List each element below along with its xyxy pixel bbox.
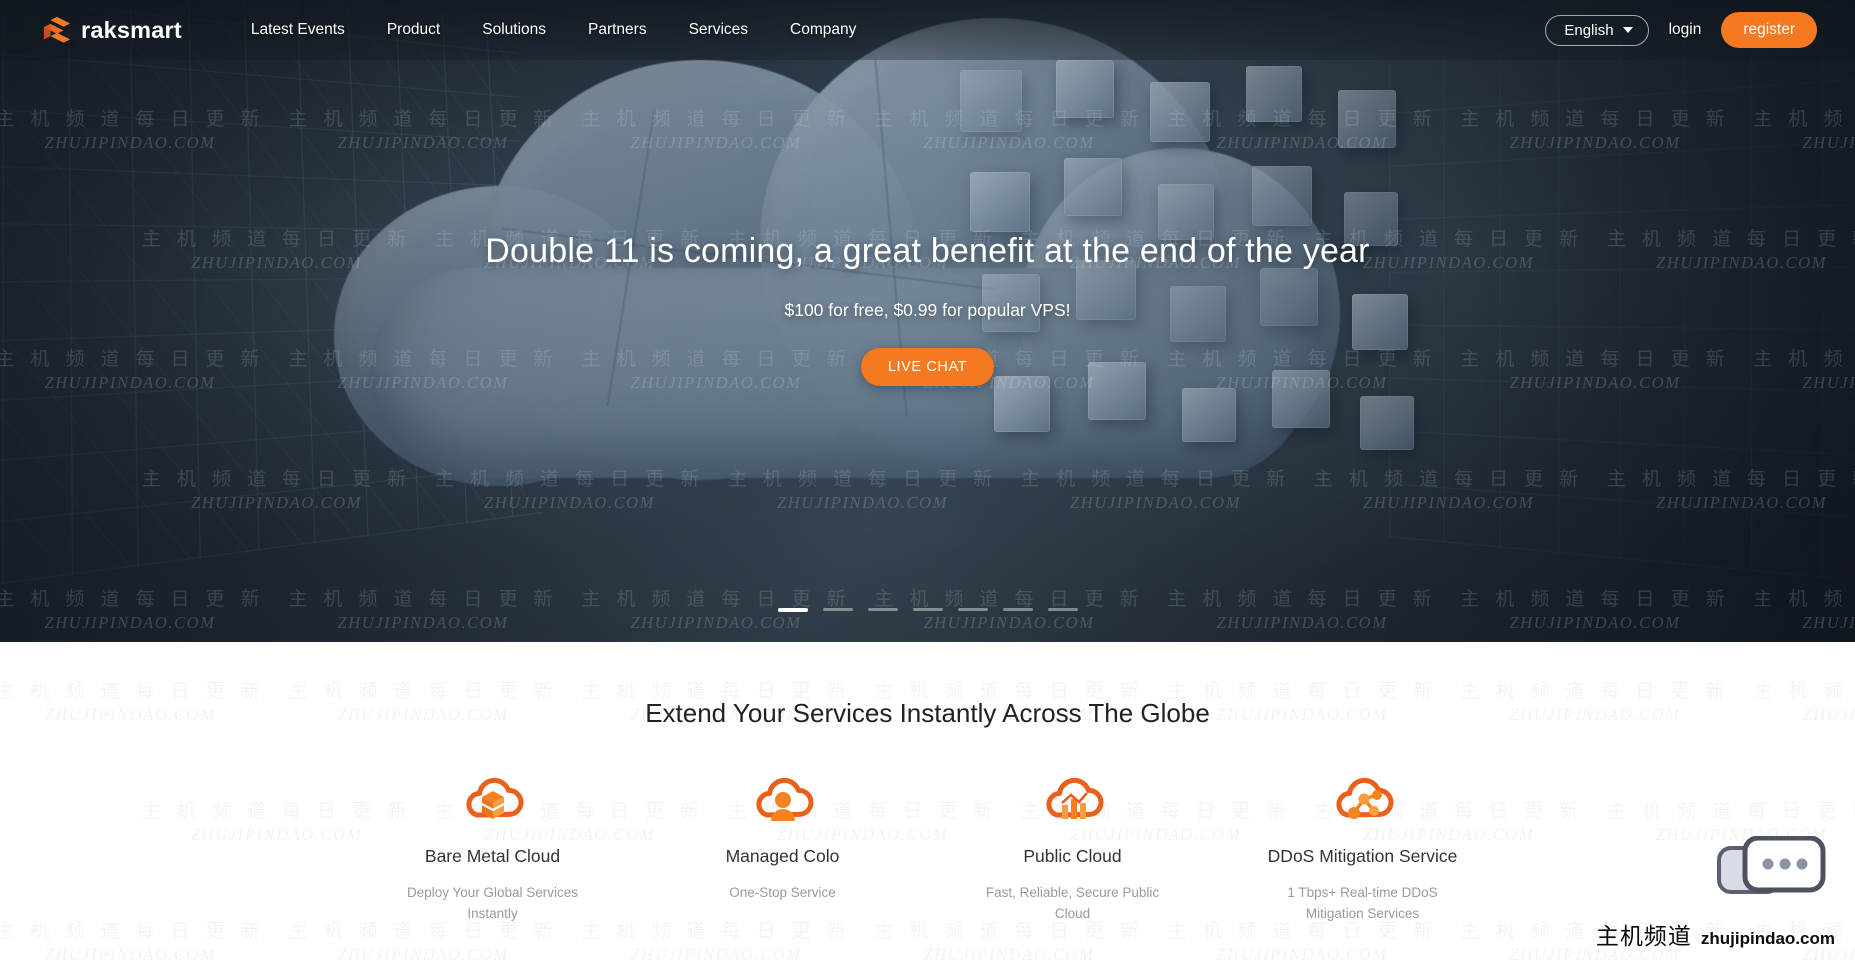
carousel-dot[interactable] (1047, 608, 1078, 611)
nav-item-latest-events[interactable]: Latest Events (230, 21, 366, 39)
language-selector[interactable]: English (1545, 14, 1649, 46)
watermark-en: ZHUJIPINDAO.COM (923, 944, 1095, 961)
nav-item-services[interactable]: Services (668, 21, 769, 39)
service-card-title: DDoS Mitigation Service (1267, 846, 1458, 866)
login-link[interactable]: login (1669, 21, 1702, 39)
service-card[interactable]: Bare Metal Cloud Deploy Your Global Servi… (348, 767, 638, 925)
service-card-description: One-Stop Service (729, 885, 836, 900)
service-card-title: Public Cloud (1023, 846, 1122, 866)
chevron-down-icon (1622, 27, 1633, 33)
service-card[interactable]: Managed Colo One-Stop Service (638, 767, 928, 925)
main-navigation: Latest Events Product Solutions Partners Ser… (230, 21, 877, 39)
brand-name: raksmart (81, 16, 182, 43)
service-card-description: 1 Tbps+ Real-time DDoS Mitigation Servic… (1287, 885, 1438, 921)
watermark-en: ZHUJIPINDAO.COM (630, 944, 802, 961)
carousel-dot[interactable] (957, 608, 988, 611)
watermark-tile: 主 机 频 道 每 日 更 新ZHUJIPINDAO.COM (288, 919, 557, 961)
header-actions: English login register (1545, 12, 1817, 48)
site-header: raksmart Latest Events Product Solutions Pa… (0, 0, 1855, 60)
register-button[interactable]: register (1721, 12, 1817, 48)
chat-widget-button[interactable] (1715, 835, 1827, 913)
carousel-dot[interactable] (1002, 608, 1033, 611)
watermark-tile: 主 机 频 道 每 日 更 新ZHUJIPINDAO.COM (0, 919, 265, 961)
cloud-network-nodes-icon (1218, 767, 1508, 833)
cloud-bar-chart-icon (928, 767, 1218, 833)
carousel-dot[interactable] (867, 608, 898, 611)
cloud-managed-person-icon (638, 767, 928, 833)
corner-watermark-cn: 主机频道 (1595, 924, 1692, 950)
carousel-dot[interactable] (912, 608, 943, 611)
hero-banner: 主 机 频 道 每 日 更 新ZHUJIPINDAO.COM主 机 频 道 每 … (0, 0, 1855, 642)
service-card-description: Deploy Your Global Services Instantly (406, 885, 579, 921)
carousel-dot[interactable] (822, 608, 853, 611)
live-chat-button[interactable]: LIVE CHAT (860, 348, 995, 386)
watermark-en: ZHUJIPINDAO.COM (337, 944, 509, 961)
page-root: 主 机 频 道 每 日 更 新ZHUJIPINDAO.COM 主 机 频 道 每 … (0, 0, 1855, 961)
chat-bubble-dots-icon (1717, 835, 1826, 894)
language-label: English (1564, 21, 1614, 39)
watermark-tile: 主 机 频 道 每 日 更 新ZHUJIPINDAO.COM (1167, 919, 1436, 961)
services-section: 主 机 频 道 每 日 更 新 ZHUJIPINDAO.COM 主 机 频 道 每 … (0, 642, 1855, 961)
service-card[interactable]: DDoS Mitigation Service 1 Tbps+ Real-time… (1218, 767, 1508, 925)
service-card[interactable]: Public Cloud Fast, Reliable, Secure Publi… (928, 767, 1218, 925)
service-card-list: Bare Metal Cloud Deploy Your Global Servi… (0, 767, 1855, 925)
carousel-dot[interactable] (777, 608, 808, 612)
carousel-indicators (777, 608, 1078, 612)
watermark-tile: 主 机 频 道 每 日 更 新ZHUJIPINDAO.COM (581, 919, 850, 961)
cloud-server-stack-icon (348, 767, 638, 833)
service-card-title: Bare Metal Cloud (424, 846, 561, 866)
nav-item-partners[interactable]: Partners (567, 21, 668, 39)
watermark-en: ZHUJIPINDAO.COM (1216, 944, 1388, 961)
nav-item-company[interactable]: Company (769, 21, 877, 39)
brand-logo[interactable]: raksmart (42, 15, 182, 45)
watermark-en: ZHUJIPINDAO.COM (44, 944, 216, 961)
service-card-description: Fast, Reliable, Secure Public Cloud (985, 885, 1160, 921)
raksmart-layers-logo-icon (43, 16, 71, 43)
nav-item-solutions[interactable]: Solutions (461, 21, 567, 39)
corner-watermark-en: zhujipindao.com (1700, 929, 1835, 948)
hero-vignette (0, 0, 1855, 642)
watermark-tile: 主 机 频 道 每 日 更 新ZHUJIPINDAO.COM (874, 919, 1143, 961)
service-card-title: Managed Colo (725, 846, 840, 866)
section-heading: Extend Your Services Instantly Across Th… (645, 698, 1210, 728)
corner-watermark: 主机频道 zhujipindao.com (1596, 917, 1835, 951)
nav-item-product[interactable]: Product (366, 21, 461, 39)
